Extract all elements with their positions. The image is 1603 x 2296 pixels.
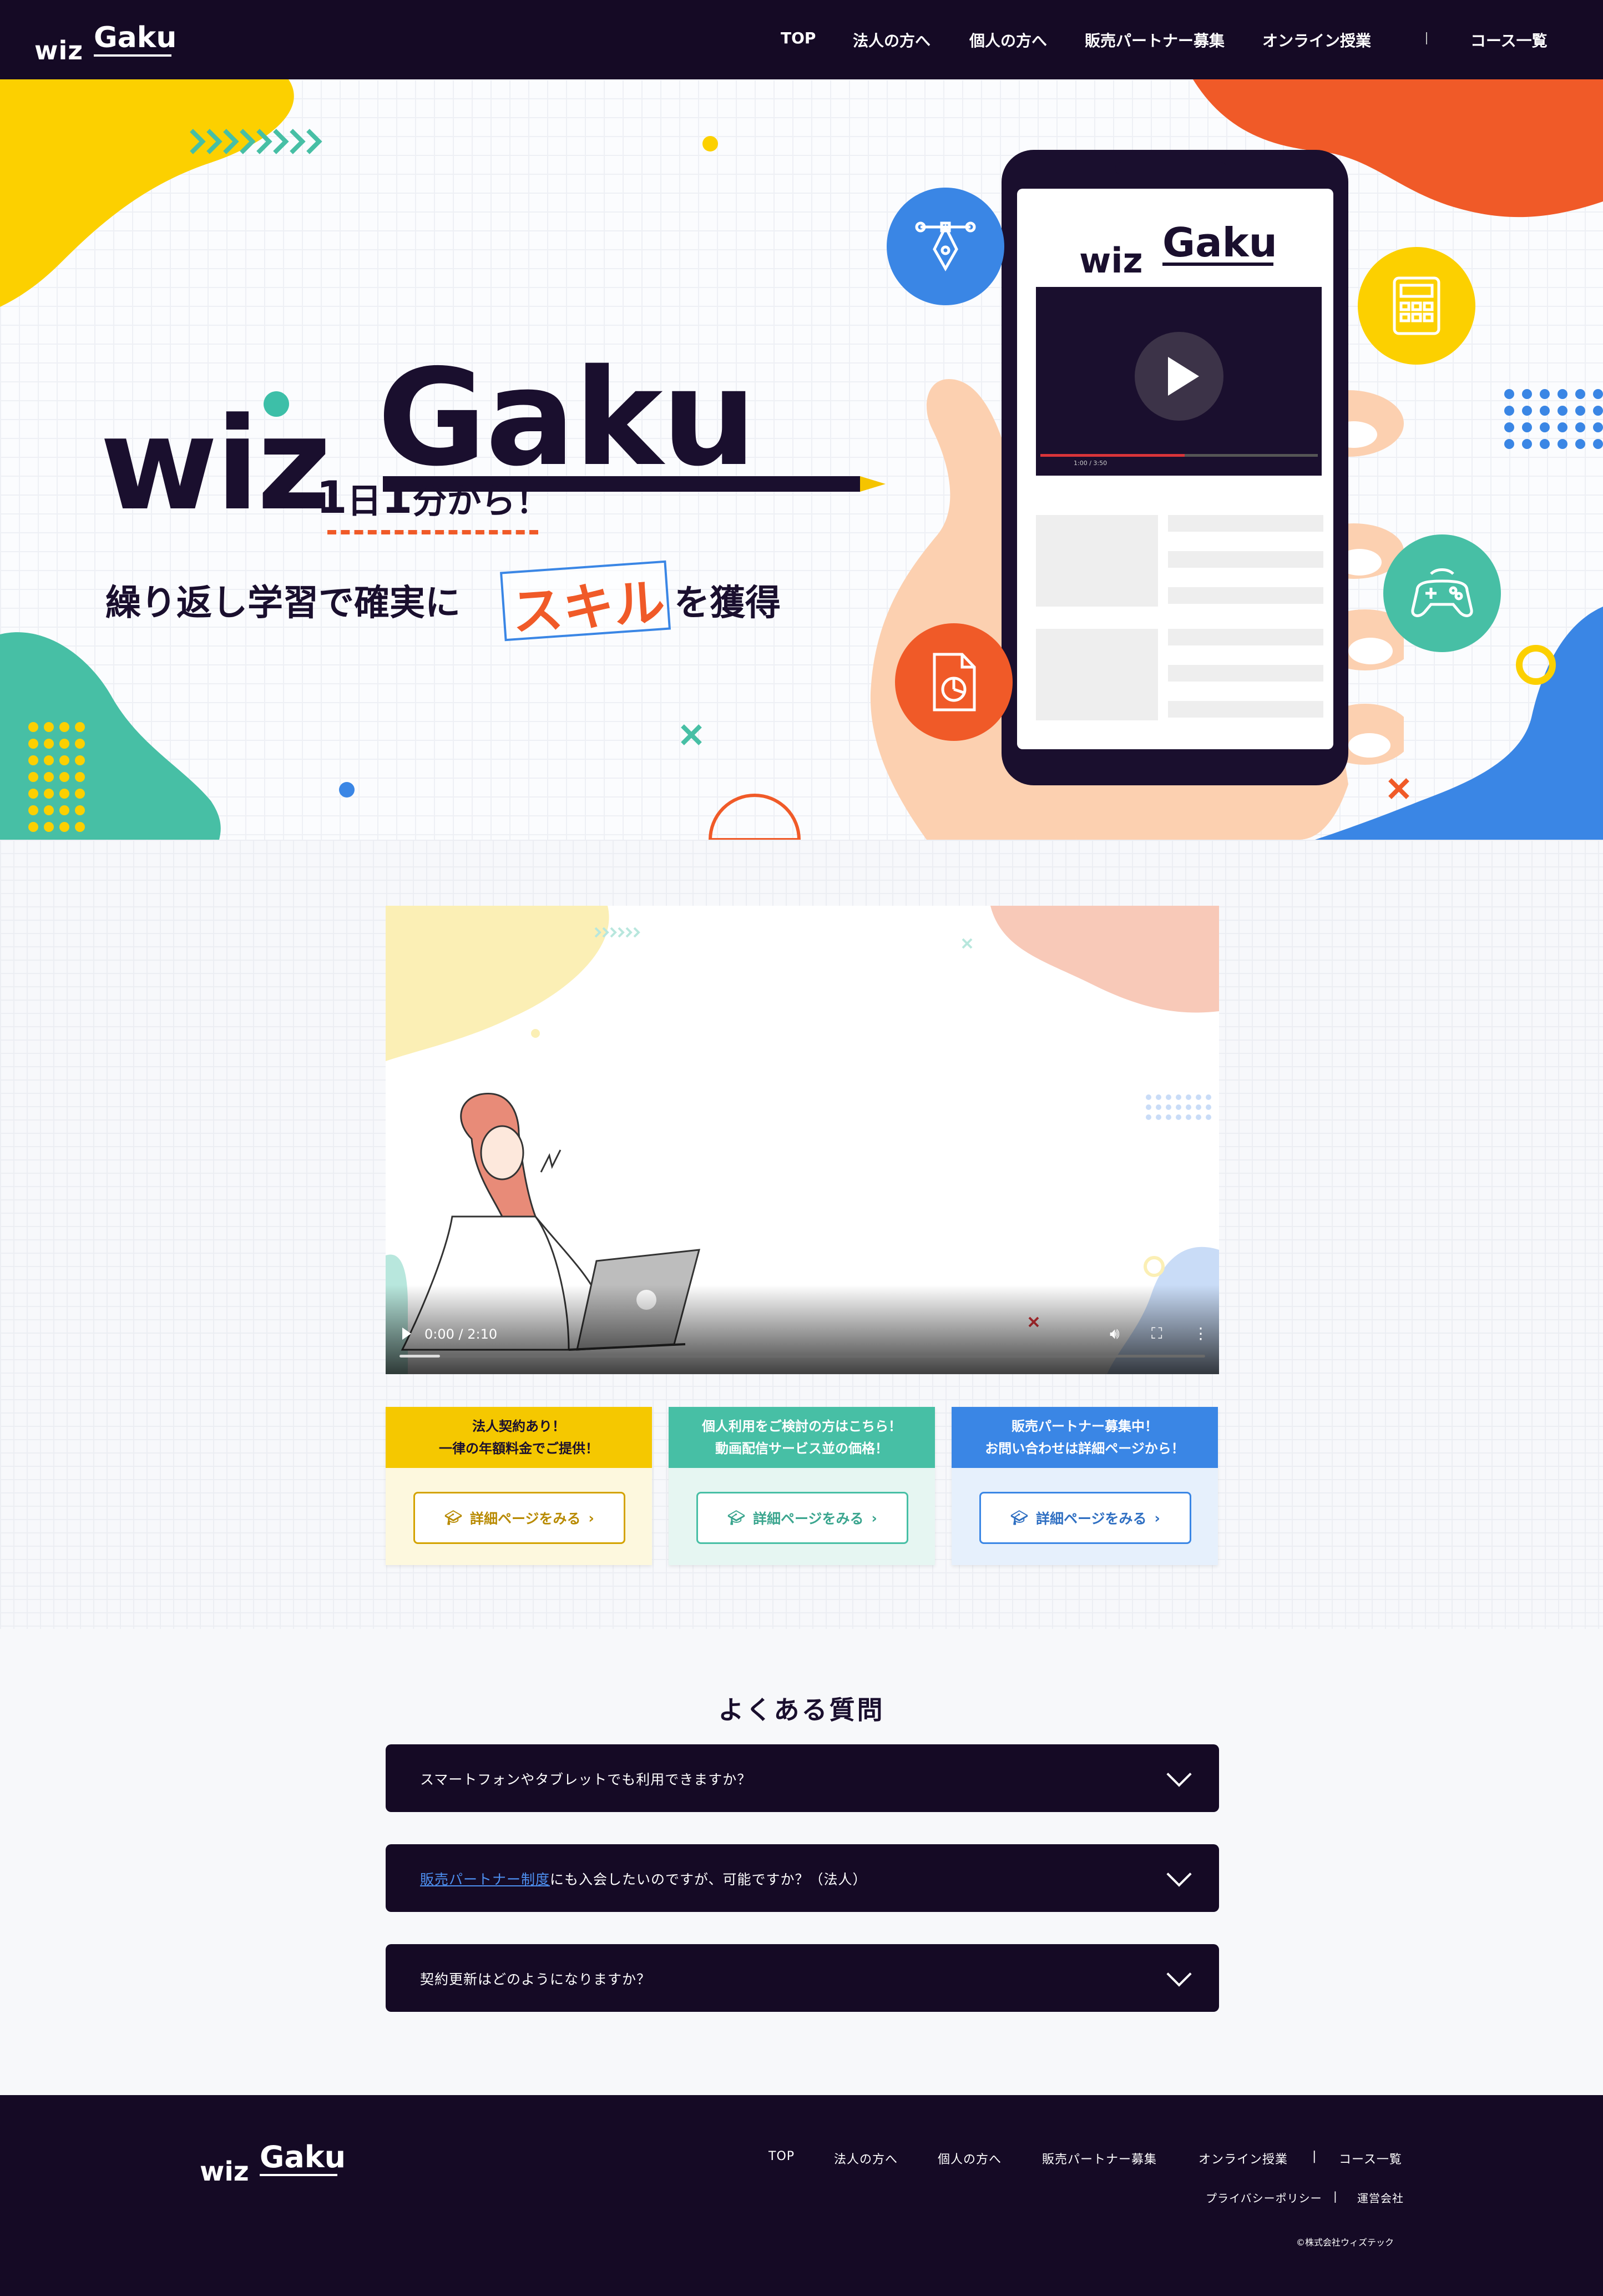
- chevron-down-icon: [1166, 1961, 1192, 1987]
- phone-video-time: 1:00 / 3:50: [1074, 460, 1108, 467]
- calculator-icon: [1358, 247, 1475, 365]
- hero-tagline-1: 1日1分から！: [316, 472, 550, 523]
- privacy-policy-link[interactable]: プライバシーポリシー: [1206, 2189, 1322, 2206]
- hero-tagline-2-end: を獲得: [674, 583, 781, 624]
- video-progress-fill: [400, 1355, 440, 1358]
- faq-title: よくある質問: [718, 1695, 885, 1725]
- hero-highlight-word: スキル: [510, 572, 667, 643]
- graduation-cap-icon: 🎓︎: [444, 1510, 462, 1526]
- video-play-icon[interactable]: [402, 1328, 411, 1340]
- video-controls: [386, 1285, 1219, 1374]
- chevron-down-icon: [1166, 1861, 1192, 1887]
- footer-nav-sales-partner[interactable]: 販売パートナー募集: [1042, 2149, 1157, 2167]
- faq-item[interactable]: スマートフォンやタブレットでも利用できますか？: [386, 1744, 1219, 1812]
- nav-course-list[interactable]: コース一覧: [1470, 29, 1548, 51]
- chevron-down-icon: [1166, 1762, 1192, 1787]
- video-time: 0:00 / 2:10: [424, 1326, 498, 1342]
- nav-sales-partner[interactable]: 販売パートナー募集: [1085, 29, 1225, 51]
- nav-corporate[interactable]: 法人の方へ: [853, 29, 931, 51]
- faq-item[interactable]: 契約更新はどのようになりますか？: [386, 1944, 1219, 2012]
- footer-nav-individual[interactable]: 個人の方へ: [938, 2149, 1002, 2167]
- graduation-cap-icon: 🎓︎: [727, 1510, 745, 1526]
- more-options-icon[interactable]: ⋮: [1193, 1324, 1208, 1343]
- volume-icon[interactable]: 🔊︎: [1110, 1324, 1120, 1343]
- gamepad-icon: [1383, 534, 1501, 652]
- footer-nav-corporate[interactable]: 法人の方へ: [834, 2149, 898, 2167]
- footer-nav-separator: |: [1312, 2149, 1317, 2163]
- card-corporate: 法人契約あり！ 一律の年額料金でご提供！ 🎓︎ 詳細ページをみる ›: [386, 1407, 652, 1565]
- hero-tagline-2: 繰り返し学習で確実に: [105, 583, 461, 624]
- company-link[interactable]: 運営会社: [1357, 2189, 1404, 2206]
- chevron-right-icon: ›: [1154, 1510, 1160, 1526]
- chevron-right-icon: ›: [588, 1510, 594, 1526]
- video-progress-track[interactable]: [400, 1355, 1205, 1358]
- nav-online-class[interactable]: オンライン授業: [1262, 29, 1371, 51]
- sales-partner-link[interactable]: 販売パートナー制度: [420, 1871, 550, 1888]
- faq-item[interactable]: 販売パートナー制度にも入会したいのですが、可能ですか？（法人）: [386, 1844, 1219, 1912]
- card-individual: 個人利用をご検討の方はこちら！ 動画配信サービス並の価格！ 🎓︎ 詳細ページをみ…: [669, 1407, 935, 1565]
- hero-section: Gaku wiz 1日1分から！ 繰り返し学習で確実に スキル を獲得 wiz …: [0, 79, 1603, 840]
- fullscreen-icon[interactable]: ⛶: [1151, 1324, 1162, 1343]
- nav-separator: [1426, 32, 1427, 44]
- site-header: wiz Gaku TOP 法人の方へ 個人の方へ 販売パートナー募集 オンライン…: [0, 0, 1603, 79]
- play-icon: [1168, 357, 1199, 396]
- individual-detail-button[interactable]: 🎓︎ 詳細ページをみる ›: [696, 1492, 908, 1544]
- tagline-dashed-underline: [327, 530, 538, 534]
- nav-top[interactable]: TOP: [781, 29, 816, 51]
- partner-detail-button[interactable]: 🎓︎ 詳細ページをみる ›: [979, 1492, 1191, 1544]
- footer-nav-course-list[interactable]: コース一覧: [1339, 2149, 1402, 2167]
- footer-sub-separator: |: [1333, 2189, 1338, 2203]
- corporate-detail-button[interactable]: 🎓︎ 詳細ページをみる ›: [413, 1492, 625, 1544]
- graduation-cap-icon: 🎓︎: [1010, 1510, 1028, 1526]
- document-chart-icon: [895, 623, 1013, 741]
- copyright: ©株式会社ウィズテック: [1296, 2237, 1394, 2248]
- nav-individual[interactable]: 個人の方へ: [969, 29, 1047, 51]
- card-partner: 販売パートナー募集中！ お問い合わせは詳細ページから！ 🎓︎ 詳細ページをみる …: [952, 1407, 1218, 1565]
- chevron-right-icon: ›: [871, 1510, 877, 1526]
- footer-nav-top[interactable]: TOP: [768, 2149, 795, 2163]
- pen-tool-icon: [887, 188, 1004, 305]
- footer-nav-online-class[interactable]: オンライン授業: [1199, 2149, 1288, 2167]
